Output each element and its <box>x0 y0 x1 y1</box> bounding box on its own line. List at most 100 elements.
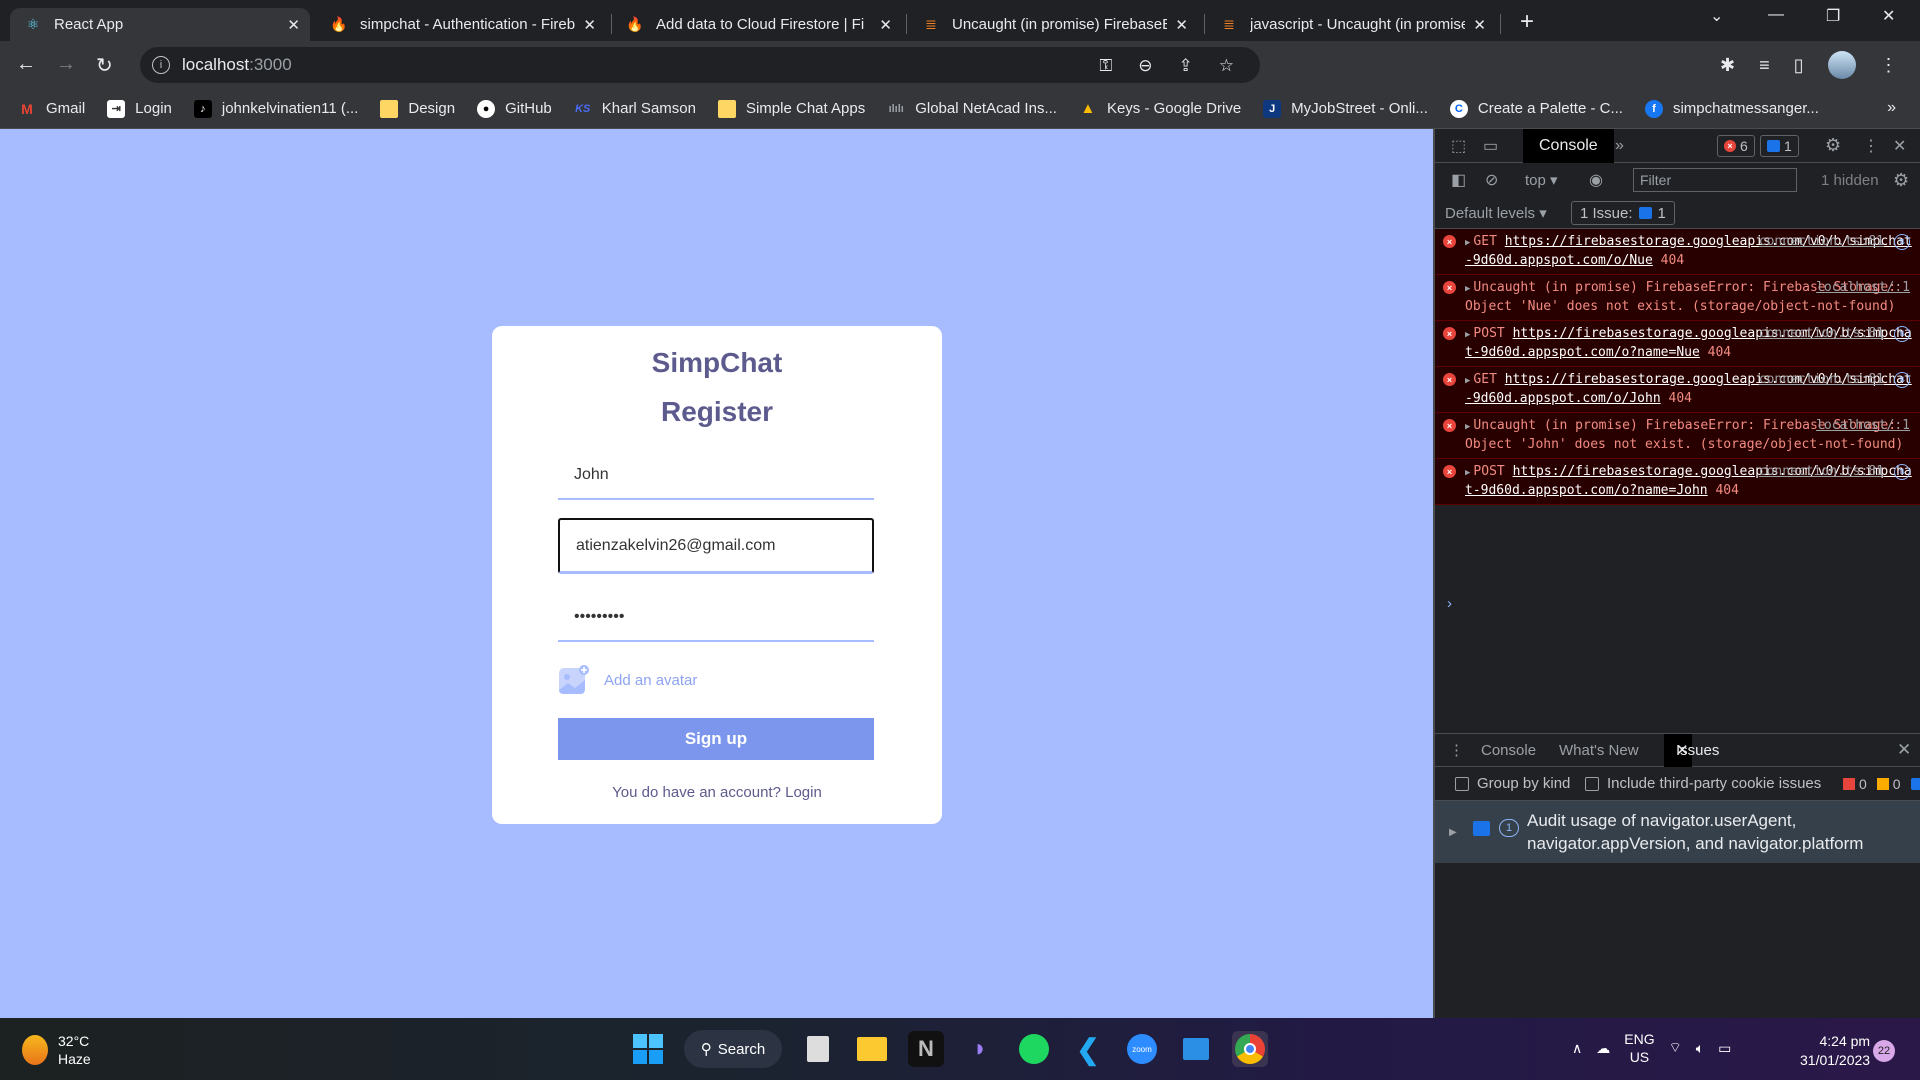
close-window-button[interactable]: ✕ <box>1882 6 1895 26</box>
address-bar[interactable]: i localhost:3000 ⚿ ⊖ ⇪ ☆ <box>140 47 1260 83</box>
menu-icon[interactable]: ⋮ <box>1880 55 1898 76</box>
file-explorer-icon[interactable] <box>854 1031 890 1067</box>
onedrive-icon[interactable]: ☁ <box>1596 1040 1610 1057</box>
site-info-icon[interactable]: i <box>152 56 170 74</box>
console-error-row[interactable]: × ▶ GET https://firebasestorage.googleapis… <box>1435 229 1920 275</box>
email-input[interactable] <box>558 518 874 574</box>
new-tab-button[interactable]: + <box>1520 8 1534 36</box>
expand-icon[interactable]: ▶ <box>1465 422 1470 432</box>
network-request-icon[interactable]: ⇅ <box>1894 234 1910 250</box>
bookmark-login[interactable]: ⇥ Login <box>107 99 172 118</box>
close-drawer-icon[interactable]: ✕ <box>1897 740 1911 760</box>
clock[interactable]: 4:24 pm 31/01/2023 <box>1800 1032 1870 1070</box>
zoom-icon[interactable]: zoom <box>1124 1031 1160 1067</box>
bookmark-jobstreet[interactable]: J MyJobStreet - Onli... <box>1263 99 1428 118</box>
network-request-icon[interactable]: ⇅ <box>1894 464 1910 480</box>
bookmark-facebook[interactable]: f simpchatmessanger... <box>1644 99 1819 118</box>
battery-icon[interactable]: ▭ <box>1718 1040 1731 1057</box>
remote-desktop-icon[interactable] <box>1178 1031 1214 1067</box>
bookmark-github[interactable]: ● GitHub <box>477 99 552 118</box>
signup-button[interactable]: Sign up <box>558 718 874 760</box>
console-settings-icon[interactable]: ⚙ <box>1893 170 1909 191</box>
tab-simpchat-auth[interactable]: 🔥 simpchat - Authentication - Fireb ✕ <box>316 8 606 41</box>
minimize-button[interactable]: — <box>1768 6 1784 24</box>
source-link[interactable]: connection.ts:81 <box>1759 463 1884 481</box>
expand-icon[interactable]: ▶ <box>1465 468 1470 478</box>
bookmark-simple-chat-apps[interactable]: Simple Chat Apps <box>717 99 865 118</box>
settings-gear-icon[interactable]: ⚙ <box>1825 135 1841 156</box>
more-tabs-icon[interactable]: » <box>1615 137 1624 155</box>
copilot-icon[interactable]: ◗ <box>962 1031 998 1067</box>
tab-react-app[interactable]: ⚛ React App ✕ <box>10 8 310 41</box>
task-view-icon[interactable] <box>800 1031 836 1067</box>
expand-icon[interactable]: ▶ <box>1465 284 1470 294</box>
close-tab-icon[interactable]: ✕ <box>1175 16 1188 34</box>
restore-button[interactable]: ❐ <box>1826 6 1840 26</box>
context-selector[interactable]: top ▾ <box>1525 171 1558 189</box>
issues-button[interactable]: 1 Issue: 1 <box>1571 201 1675 225</box>
bookmark-tiktok[interactable]: ♪ johnkelvinatien11 (... <box>193 99 358 118</box>
password-input[interactable] <box>558 594 874 642</box>
console-error-row[interactable]: × ▶ POST https://firebasestorage.googleapi… <box>1435 459 1920 505</box>
vscode-icon[interactable]: ❮ <box>1070 1031 1106 1067</box>
login-link[interactable]: You do have an account? Login <box>492 784 942 801</box>
show-hidden-icons[interactable]: ∧ <box>1572 1040 1582 1057</box>
source-link[interactable]: connection.ts:81 <box>1759 325 1884 343</box>
close-devtools-icon[interactable]: ✕ <box>1893 136 1906 156</box>
third-party-checkbox[interactable]: Include third-party cookie issues <box>1585 775 1821 792</box>
profile-avatar[interactable] <box>1827 51 1856 79</box>
close-tab-icon[interactable]: ✕ <box>879 16 892 34</box>
filter-input[interactable]: Filter <box>1633 168 1797 192</box>
tab-uncaught-promise[interactable]: ≣ Uncaught (in promise) FirebaseEr ✕ <box>908 8 1198 41</box>
issue-item[interactable]: ▶ 1 Audit usage of navigator.userAgent, … <box>1435 801 1920 863</box>
clear-console-icon[interactable]: ⊘ <box>1485 170 1498 190</box>
key-icon[interactable]: ⚿ <box>1099 56 1112 76</box>
zoom-out-icon[interactable]: ⊖ <box>1138 56 1152 76</box>
tab-search-icon[interactable]: ⌄ <box>1710 6 1723 26</box>
add-avatar-label[interactable]: Add an avatar <box>558 664 697 696</box>
share-icon[interactable]: ⇪ <box>1179 56 1193 76</box>
wifi-icon[interactable]: ⌔ <box>1669 1039 1682 1057</box>
drawer-tab-console[interactable]: Console <box>1481 742 1536 759</box>
console-prompt[interactable]: › <box>1447 595 1452 612</box>
volume-icon[interactable]: 🔈︎ <box>1696 1040 1704 1057</box>
source-link[interactable]: connection.ts:81 <box>1759 233 1884 251</box>
drawer-menu-icon[interactable]: ⋮ <box>1449 741 1464 759</box>
close-issues-tab-icon[interactable]: ✕ <box>1676 741 1689 759</box>
display-name-input[interactable] <box>558 452 874 500</box>
media-controls-icon[interactable]: ≡ <box>1759 55 1770 76</box>
close-tab-icon[interactable]: ✕ <box>1473 16 1486 34</box>
back-button[interactable]: ← <box>16 53 36 76</box>
bookmark-google-drive[interactable]: ▲ Keys - Google Drive <box>1079 100 1242 118</box>
expand-icon[interactable]: ▶ <box>1465 330 1470 340</box>
inspect-element-icon[interactable]: ⬚ <box>1451 136 1466 156</box>
notification-badge[interactable]: 22 <box>1873 1040 1895 1062</box>
forward-button[interactable]: → <box>56 53 76 76</box>
reload-button[interactable]: ↻ <box>96 53 113 78</box>
close-tab-icon[interactable]: ✕ <box>287 16 300 34</box>
tab-javascript-uncaught[interactable]: ≣ javascript - Uncaught (in promise ✕ <box>1206 8 1496 41</box>
log-levels-dropdown[interactable]: Default levels ▾ <box>1445 204 1547 222</box>
devtools-menu-icon[interactable]: ⋮ <box>1863 136 1879 156</box>
bookmark-kharl-samson[interactable]: KS Kharl Samson <box>574 100 696 118</box>
group-by-kind-checkbox[interactable]: Group by kind <box>1455 775 1570 792</box>
source-link[interactable]: localhost/:1 <box>1816 417 1910 435</box>
extensions-icon[interactable]: ✱ <box>1720 55 1735 76</box>
expand-icon[interactable]: ▶ <box>1449 821 1457 844</box>
network-request-icon[interactable]: ⇅ <box>1894 326 1910 342</box>
device-toolbar-icon[interactable]: ▭ <box>1483 136 1498 156</box>
tab-console[interactable]: Console <box>1523 128 1614 163</box>
sidebar-toggle-icon[interactable]: ◧ <box>1451 170 1466 190</box>
expand-icon[interactable]: ▶ <box>1465 238 1470 248</box>
bookmark-gmail[interactable]: M Gmail <box>18 100 85 118</box>
bookmark-netacad[interactable]: ılılı Global NetAcad Ins... <box>887 100 1057 118</box>
tab-cloud-firestore[interactable]: 🔥 Add data to Cloud Firestore | Fi ✕ <box>612 8 902 41</box>
console-error-row[interactable]: × ▶ Uncaught (in promise) FirebaseError: F… <box>1435 413 1920 459</box>
more-bookmarks-icon[interactable]: » <box>1887 99 1896 117</box>
side-panel-icon[interactable]: ▯ <box>1794 55 1804 76</box>
source-link[interactable]: connection.ts:81 <box>1759 371 1884 389</box>
network-request-icon[interactable]: ⇅ <box>1894 372 1910 388</box>
console-error-row[interactable]: × ▶ POST https://firebasestorage.googleapi… <box>1435 321 1920 367</box>
drawer-tab-issues[interactable]: Issues ✕ <box>1664 733 1719 767</box>
live-expression-eye-icon[interactable]: ◉ <box>1589 170 1603 190</box>
